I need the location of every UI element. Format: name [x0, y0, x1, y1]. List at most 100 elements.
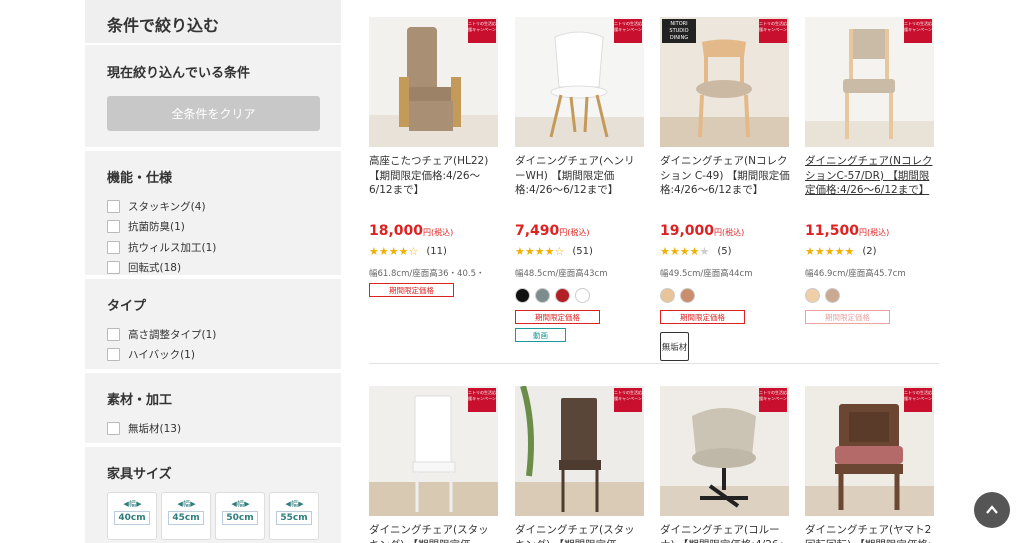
checkbox[interactable] [107, 240, 120, 254]
filter-option-label: 高さ調整タイプ(1) [128, 328, 217, 341]
product-spec: 幅49.5cm/座面高44cm [660, 269, 753, 279]
filter-option-label: 抗菌防臭(1) [128, 221, 185, 234]
campaign-badge: ニトリの生活応援キャンペーン [614, 19, 642, 43]
color-swatch-red[interactable] [555, 288, 570, 303]
star-icon: ★★★★★ [660, 245, 710, 258]
row-divider [369, 363, 939, 364]
filter-option-height-adjust[interactable]: 高さ調整タイプ(1) [107, 324, 319, 345]
product-name[interactable]: ダイニングチェア(ヘンリーWH) 【期間限定価格:4/26～6/12まで】 [515, 154, 645, 198]
checkbox[interactable] [107, 261, 120, 275]
clear-all-button[interactable]: 全条件をクリア [107, 96, 320, 131]
product-price: 7,490円(税込) [515, 223, 590, 239]
checkbox[interactable] [107, 348, 120, 362]
width-arrow-icon: ◀ 幅 ▶ [231, 500, 249, 508]
product-name[interactable]: ダイニングチェア(スタッキング) 【期間限定価格:4/2 [515, 523, 645, 543]
checkbox[interactable] [107, 220, 120, 234]
product-image[interactable]: NITORI STUDIO DINING ニトリの生活応援キャンペーン [660, 17, 789, 147]
product-price: 11,500円(税込) [805, 223, 890, 239]
campaign-badge: ニトリの生活応援キャンペーン [759, 19, 787, 43]
color-swatch-brown[interactable] [680, 288, 695, 303]
width-arrow-icon: ◀ 幅 ▶ [285, 500, 303, 508]
size-option-40[interactable]: ◀ 幅 ▶ 40cm [107, 492, 157, 540]
filter-header: 条件で絞り込む [85, 0, 341, 45]
width-arrow-icon: ◀ 幅 ▶ [123, 500, 141, 508]
star-icon: ★★★★☆ [515, 245, 565, 258]
product-rating: ★★★★★ (5) [660, 245, 732, 258]
color-swatches [660, 288, 695, 303]
star-icon: ★★★★★ [805, 245, 855, 258]
campaign-badge: ニトリの生活応援キャンペーン [468, 19, 496, 43]
campaign-badge: ニトリの生活応援キャンペーン [759, 388, 787, 412]
size-options: ◀ 幅 ▶ 40cm ◀ 幅 ▶ 45cm ◀ 幅 ▶ 50cm ◀ 幅 ▶ 55cm [107, 492, 319, 540]
product-spec: 幅48.5cm/座面高43cm [515, 269, 608, 279]
color-swatch-brown[interactable] [825, 288, 840, 303]
color-swatch-gray[interactable] [535, 288, 550, 303]
filter-option-label: 回転式(18) [128, 262, 182, 275]
back-to-top-button[interactable] [974, 492, 1010, 528]
campaign-badge: ニトリの生活応援キャンペーン [904, 19, 932, 43]
product-price: 19,000円(税込) [660, 223, 745, 239]
current-filters-title: 現在絞り込んでいる条件 [107, 66, 251, 81]
size-option-55[interactable]: ◀ 幅 ▶ 55cm [269, 492, 319, 540]
filter-group-title: 素材・加工 [107, 393, 173, 408]
product-image[interactable]: ニトリの生活応援キャンペーン [515, 17, 644, 147]
filter-option-label: スタッキング(4) [128, 200, 206, 213]
filter-group-type: タイプ 高さ調整タイプ(1) ハイバック(1) [85, 279, 341, 373]
checkbox[interactable] [107, 327, 120, 341]
product-rating: ★★★★☆ (51) [515, 245, 593, 258]
filter-group-title: 家具サイズ [107, 467, 172, 482]
product-spec: 幅46.9cm/座面高45.7cm [805, 269, 906, 279]
product-image[interactable]: ニトリの生活応援キャンペーン [805, 386, 934, 516]
filter-group-size: 家具サイズ ◀ 幅 ▶ 40cm ◀ 幅 ▶ 45cm ◀ 幅 ▶ 50cm ◀ 幅 … [85, 447, 341, 543]
product-name[interactable]: ダイニングチェア(Nコレクション C-49) 【期間限定価格:4/26～6/12… [660, 154, 790, 198]
product-image[interactable]: ニトリの生活応援キャンペーン [369, 17, 498, 147]
size-value: 45cm [168, 511, 204, 525]
filter-option-stacking[interactable]: スタッキング(4) [107, 196, 319, 217]
checkbox[interactable] [107, 199, 120, 213]
limited-price-tag: 期間限定価格 [369, 283, 454, 297]
product-image[interactable]: ニトリの生活応援キャンペーン [660, 386, 789, 516]
campaign-badge: ニトリの生活応援キャンペーン [904, 388, 932, 412]
limited-price-tag: 期間限定価格 [660, 310, 745, 324]
campaign-badge: ニトリの生活応援キャンペーン [468, 388, 496, 412]
color-swatch-black[interactable] [515, 288, 530, 303]
color-swatches [515, 288, 590, 303]
width-arrow-icon: ◀ 幅 ▶ [177, 500, 195, 508]
limited-price-tag: 期間限定価格 [805, 310, 890, 324]
studio-badge: NITORI STUDIO DINING [662, 19, 696, 43]
product-rating: ★★★★☆ (11) [369, 245, 447, 258]
filter-option-label: ハイバック(1) [128, 349, 195, 362]
product-name[interactable]: ダイニングチェア(スタッキング) 【期間限定価格:4/2 [369, 523, 499, 543]
current-filters-section: 現在絞り込んでいる条件 全条件をクリア [85, 45, 341, 151]
video-tag[interactable]: 動画 [515, 328, 566, 342]
product-image[interactable]: ニトリの生活応援キャンペーン [369, 386, 498, 516]
product-image[interactable]: ニトリの生活応援キャンペーン [515, 386, 644, 516]
size-value: 50cm [222, 511, 258, 525]
size-option-45[interactable]: ◀ 幅 ▶ 45cm [161, 492, 211, 540]
color-swatch-white[interactable] [575, 288, 590, 303]
size-option-50[interactable]: ◀ 幅 ▶ 50cm [215, 492, 265, 540]
size-value: 55cm [276, 511, 312, 525]
filter-option-antibacterial[interactable]: 抗菌防臭(1) [107, 217, 319, 238]
filter-option-label: 無垢材(13) [128, 422, 182, 435]
review-count: (51) [572, 246, 593, 257]
product-image[interactable]: ニトリの生活応援キャンペーン [805, 17, 934, 147]
review-count: (5) [717, 246, 732, 257]
product-name[interactable]: 高座こたつチェア(HL22) 【期間限定価格:4/26～6/12まで】 [369, 154, 499, 198]
star-icon: ★★★★☆ [369, 245, 419, 258]
filter-group-features: 機能・仕様 スタッキング(4) 抗菌防臭(1) 抗ウィルス加工(1) 回転式(1… [85, 151, 341, 279]
product-price: 18,000円(税込) [369, 223, 454, 239]
filter-option-solid-wood[interactable]: 無垢材(13) [107, 418, 319, 439]
filter-option-antivirus[interactable]: 抗ウィルス加工(1) [107, 237, 319, 258]
filter-option-swivel[interactable]: 回転式(18) [107, 258, 319, 279]
review-count: (11) [426, 246, 447, 257]
product-name[interactable]: ダイニングチェア(NコレクションC-57/DR) 【期間限定価格:4/26～6/… [805, 154, 935, 198]
filter-group-title: タイプ [107, 299, 147, 314]
product-name[interactable]: ダイニングチェア(コルーナ) 【期間限定価格:4/26～6/1 [660, 523, 790, 543]
product-name[interactable]: ダイニングチェア(ヤマト2 回転回転) 【期間限定価格: [805, 523, 935, 543]
checkbox[interactable] [107, 421, 120, 435]
filter-option-highback[interactable]: ハイバック(1) [107, 345, 319, 366]
color-swatch-natural[interactable] [660, 288, 675, 303]
color-swatch-natural[interactable] [805, 288, 820, 303]
chevron-up-icon [986, 505, 998, 514]
